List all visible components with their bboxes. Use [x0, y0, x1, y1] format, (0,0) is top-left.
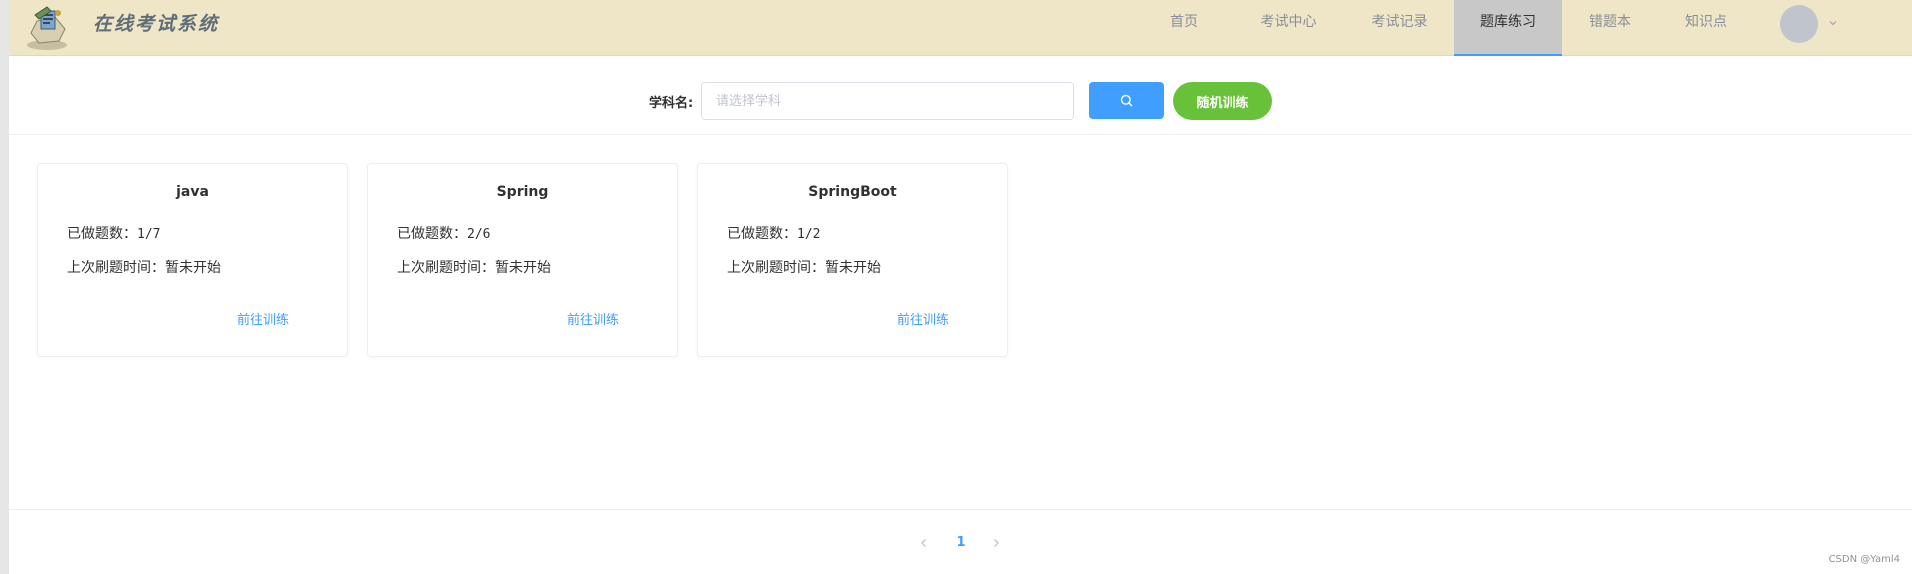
done-count-row: 已做题数：1/7 — [67, 223, 160, 243]
done-count-label: 已做题数： — [67, 226, 137, 242]
last-practice-value: 暂未开始 — [495, 260, 551, 276]
last-practice-row: 上次刷题时间：暂未开始 — [727, 257, 881, 277]
chevron-left-icon[interactable] — [917, 535, 931, 549]
main-nav: 首页 考试中心 考试记录 题库练习 错题本 知识点 — [1136, 0, 1754, 56]
card-title: Spring — [496, 184, 549, 200]
last-practice-row: 上次刷题时间：暂未开始 — [67, 257, 221, 277]
logo-icon — [25, 3, 73, 51]
top-header: 在线考试系统 首页 考试中心 考试记录 题库练习 错题本 知识点 — [9, 0, 1912, 56]
card-title: SpringBoot — [808, 184, 897, 200]
subject-card: java 已做题数：1/7 上次刷题时间：暂未开始 前往训练 — [37, 163, 348, 357]
nav-item-exam-records[interactable]: 考试记录 — [1345, 0, 1454, 56]
nav-item-knowledge[interactable]: 知识点 — [1658, 0, 1754, 56]
subject-label: 学科名: — [649, 96, 694, 111]
app-title: 在线考试系统 — [93, 13, 220, 35]
avatar[interactable] — [1780, 5, 1818, 43]
random-training-button[interactable]: 随机训练 — [1173, 82, 1272, 120]
pagination-divider — [9, 509, 1912, 510]
watermark: CSDN @Yaml4 — [1828, 554, 1900, 565]
search-bar: 学科名: 随机训练 — [9, 57, 1912, 135]
last-practice-value: 暂未开始 — [825, 260, 881, 276]
page-number[interactable]: 1 — [954, 535, 968, 550]
nav-item-question-bank[interactable]: 题库练习 — [1454, 0, 1562, 56]
done-count-label: 已做题数： — [397, 226, 467, 242]
done-count-value: 1/7 — [137, 227, 161, 242]
nav-item-wrong-book[interactable]: 错题本 — [1562, 0, 1658, 56]
done-count-row: 已做题数：1/2 — [727, 223, 820, 243]
done-count-label: 已做题数： — [727, 226, 797, 242]
subject-card: SpringBoot 已做题数：1/2 上次刷题时间：暂未开始 前往训练 — [697, 163, 1008, 357]
done-count-value: 1/2 — [797, 227, 821, 242]
chevron-right-icon[interactable] — [989, 535, 1003, 549]
done-count-value: 2/6 — [467, 227, 491, 242]
nav-item-home[interactable]: 首页 — [1136, 0, 1232, 56]
last-practice-value: 暂未开始 — [165, 260, 221, 276]
left-edge-strip — [0, 0, 9, 574]
last-practice-row: 上次刷题时间：暂未开始 — [397, 257, 551, 277]
card-title: java — [176, 184, 209, 200]
subject-search-input[interactable] — [701, 82, 1074, 120]
subject-card: Spring 已做题数：2/6 上次刷题时间：暂未开始 前往训练 — [367, 163, 678, 357]
chevron-down-icon[interactable] — [1827, 14, 1839, 26]
go-training-link[interactable]: 前往训练 — [237, 309, 289, 328]
last-practice-label: 上次刷题时间： — [397, 260, 495, 276]
last-practice-label: 上次刷题时间： — [727, 260, 825, 276]
done-count-row: 已做题数：2/6 — [397, 223, 490, 243]
go-training-link[interactable]: 前往训练 — [567, 309, 619, 328]
go-training-link[interactable]: 前往训练 — [897, 309, 949, 328]
last-practice-label: 上次刷题时间： — [67, 260, 165, 276]
search-button[interactable] — [1089, 82, 1164, 119]
search-icon — [1120, 94, 1133, 107]
nav-item-exam-center[interactable]: 考试中心 — [1232, 0, 1345, 56]
